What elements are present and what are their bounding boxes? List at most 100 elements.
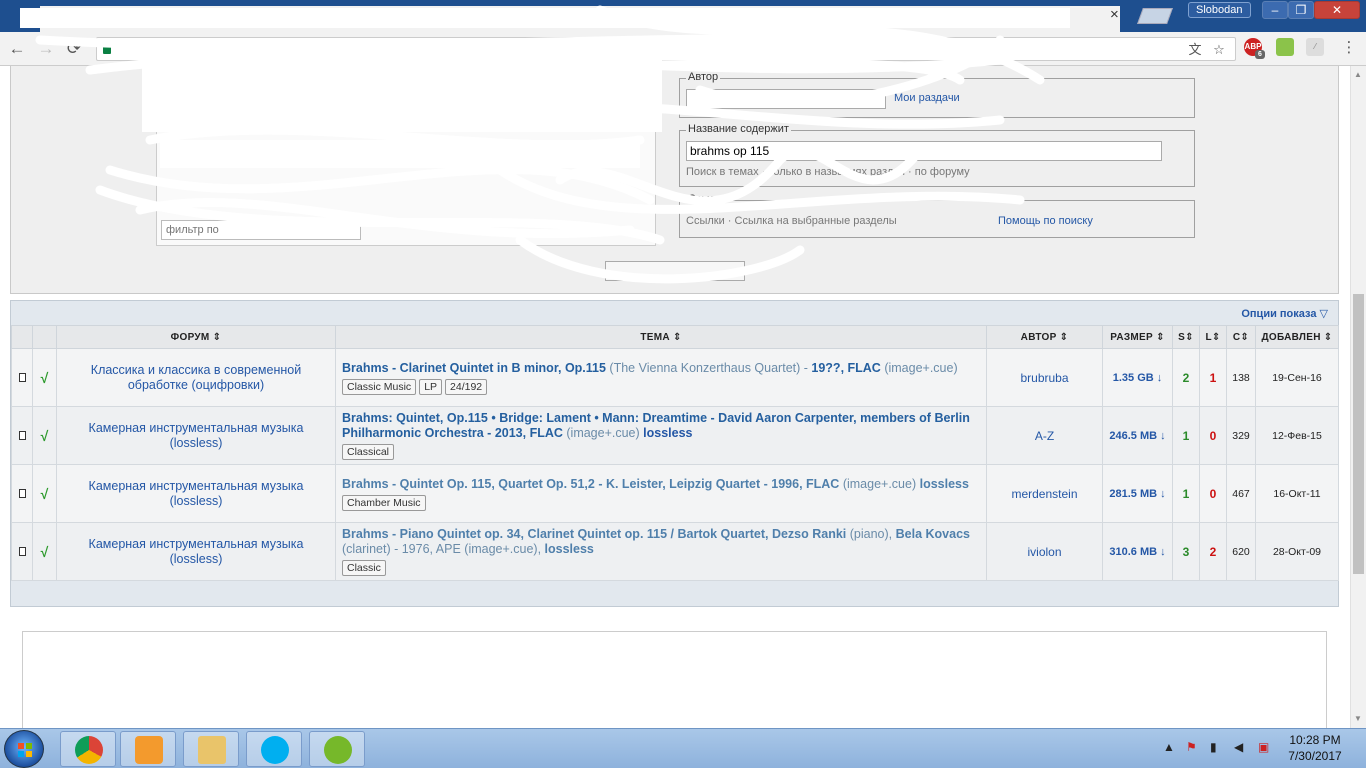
star-icon[interactable]: ☆	[1211, 42, 1227, 58]
page-scrollbar[interactable]: ▲ ▼	[1350, 66, 1366, 728]
browser-tab-bar: × Slobodan – ❐ ✕	[0, 0, 1366, 32]
topic-title-part2[interactable]: 19??, FLAC	[811, 361, 880, 375]
network-warning-icon[interactable]: ⚑	[1186, 740, 1197, 754]
acrobat-icon[interactable]: ⁄	[1306, 38, 1324, 56]
minimize-button[interactable]: –	[1262, 1, 1288, 19]
col-author-header[interactable]: АВТОР ⇕	[986, 325, 1103, 349]
topic-title-link[interactable]: Brahms - Piano Quintet op. 34, Clarinet …	[342, 527, 846, 541]
my-releases-link[interactable]: Мои раздачи	[894, 92, 960, 104]
topic-title-link[interactable]: Brahms - Clarinet Quintet in B minor, Op…	[342, 361, 606, 375]
added-date: 12-Фев-15	[1255, 406, 1339, 465]
links-row-text[interactable]: Ссылки · Ссылка на выбранные разделы	[686, 215, 897, 227]
taskbar-media-player[interactable]	[120, 731, 176, 767]
col-completed-header[interactable]: C⇕	[1226, 325, 1256, 349]
topic-title-part2[interactable]: Bela Kovacs	[896, 527, 970, 541]
menu-icon[interactable]: ⋮	[1340, 38, 1358, 56]
added-date: 28-Окт-09	[1255, 522, 1339, 581]
tag[interactable]: 24/192	[445, 378, 488, 395]
signal-icon[interactable]: ▮	[1210, 740, 1217, 754]
topic-title-link[interactable]: Brahms - Quintet Op. 115, Quartet Op. 51…	[342, 477, 839, 491]
forum-filter-input[interactable]	[161, 220, 361, 240]
forum-link[interactable]: Классика и классика в современной обрабо…	[56, 348, 336, 407]
links-legend: Ссылки	[686, 193, 729, 205]
size-download-link[interactable]: 310.6 MB ↓	[1102, 522, 1173, 581]
lock-icon	[103, 45, 111, 54]
size-download-link[interactable]: 1.35 GB ↓	[1102, 348, 1173, 407]
topic-subtitle-part2: (clarinet) - 1976, APE (image+.cue),	[342, 542, 545, 556]
table-row: √ Классика и классика в современной обра…	[11, 348, 1339, 407]
taskbar	[0, 728, 1366, 768]
maximize-button[interactable]: ❐	[1288, 1, 1314, 19]
taskbar-utorrent[interactable]	[309, 731, 365, 767]
leechers-count: 0	[1199, 464, 1227, 523]
title-options-text[interactable]: Поиск в темах · только в названиях разда…	[686, 166, 970, 178]
system-clock[interactable]: 10:28 PM 7/30/2017	[1285, 732, 1345, 764]
checked-icon: √	[40, 543, 49, 560]
extension-icon[interactable]	[1276, 38, 1294, 56]
translate-icon[interactable]: 文	[1187, 42, 1203, 58]
topic-subtitle: (image+.cue)	[562, 426, 644, 440]
author-link[interactable]: iviolon	[986, 522, 1103, 581]
volume-icon[interactable]: ◀	[1234, 740, 1243, 754]
chrome-icon	[75, 736, 103, 764]
tag[interactable]: Classic	[342, 560, 386, 576]
col-leech-header[interactable]: L⇕	[1199, 325, 1227, 349]
forum-link[interactable]: Камерная инструментальная музыка (lossle…	[56, 406, 336, 465]
windows-logo-icon	[18, 743, 32, 757]
checked-icon: √	[40, 369, 49, 386]
author-input[interactable]	[686, 89, 886, 109]
author-link[interactable]: merdenstein	[986, 464, 1103, 523]
forward-icon[interactable]: →	[36, 39, 56, 59]
profile-button[interactable]: Slobodan	[1188, 2, 1251, 18]
topic-cell: Brahms: Quintet, Op.115 • Bridge: Lament…	[335, 406, 987, 465]
col-seeds-header[interactable]: S⇕	[1172, 325, 1200, 349]
status-cell: √	[32, 406, 57, 465]
topic-subtitle: (image+.cue)	[839, 476, 920, 491]
col-added-header[interactable]: ДОБАВЛЕН ⇕	[1255, 325, 1339, 349]
col-forum-label: ФОРУМ	[170, 331, 210, 343]
col-size-label: РАЗМЕР	[1110, 331, 1153, 343]
close-window-button[interactable]: ✕	[1314, 1, 1360, 19]
leechers-count: 2	[1199, 522, 1227, 581]
tag[interactable]: Classical	[342, 444, 395, 460]
address-bar[interactable]: Secure 文 ☆	[96, 37, 1236, 61]
tag[interactable]: Chamber Music	[342, 494, 426, 511]
author-link[interactable]: A-Z	[986, 406, 1103, 465]
search-help-link[interactable]: Помощь по поиску	[998, 215, 1093, 227]
tag[interactable]: Classic Music	[342, 378, 417, 395]
status-cell: √	[32, 522, 57, 581]
start-button[interactable]	[4, 730, 44, 768]
taskbar-chrome[interactable]	[60, 731, 116, 767]
taskbar-explorer[interactable]	[183, 731, 239, 767]
col-icon-header	[11, 325, 33, 349]
topic-subtitle: (piano),	[846, 527, 896, 541]
taskbar-skype[interactable]	[246, 731, 302, 767]
search-button[interactable]	[605, 261, 745, 281]
col-topic-header[interactable]: ТЕМА ⇕	[335, 325, 987, 349]
author-link[interactable]: brubruba	[986, 348, 1103, 407]
size-download-link[interactable]: 281.5 MB ↓	[1102, 464, 1173, 523]
tab-close-icon[interactable]: ×	[1110, 6, 1119, 23]
show-hidden-icons-icon[interactable]: ▲	[1163, 740, 1175, 754]
title-search-input[interactable]	[686, 141, 1162, 161]
seeders-count: 3	[1172, 522, 1200, 581]
new-tab-button[interactable]	[1137, 8, 1173, 24]
col-size-header[interactable]: РАЗМЕР ⇕	[1102, 325, 1173, 349]
power-icon[interactable]: ▣	[1258, 740, 1269, 754]
scroll-down-icon[interactable]: ▼	[1354, 714, 1362, 723]
display-options-link[interactable]: Опции показа ▽	[1241, 307, 1328, 320]
tag[interactable]: LP	[419, 378, 443, 395]
tab-strip[interactable]	[40, 6, 1120, 32]
forum-link[interactable]: Камерная инструментальная музыка (lossle…	[56, 464, 336, 523]
scroll-up-icon[interactable]: ▲	[1354, 70, 1362, 79]
scrollbar-thumb[interactable]	[1353, 294, 1364, 574]
size-download-link[interactable]: 246.5 MB ↓	[1102, 406, 1173, 465]
secure-label: Secure	[117, 42, 156, 56]
document-icon	[18, 546, 26, 556]
col-leech-label: L	[1205, 331, 1212, 343]
col-forum-header[interactable]: ФОРУМ ⇕	[56, 325, 336, 349]
topic-cell: Brahms - Clarinet Quintet in B minor, Op…	[335, 348, 987, 407]
back-icon[interactable]: ←	[7, 39, 27, 59]
reload-icon[interactable]: ⟳	[64, 39, 84, 59]
forum-link[interactable]: Камерная инструментальная музыка (lossle…	[56, 522, 336, 581]
